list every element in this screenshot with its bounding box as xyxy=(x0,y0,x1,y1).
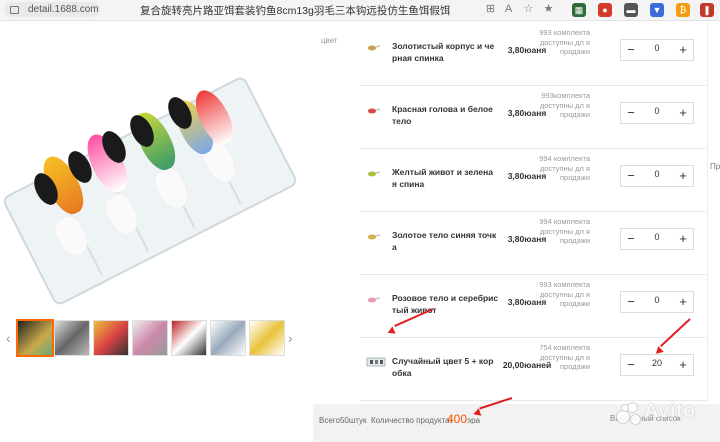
plus-icon[interactable]: + xyxy=(673,167,693,185)
favorite-icon[interactable]: ☆ xyxy=(522,3,535,16)
quantity-stepper: − 20 + xyxy=(620,354,694,376)
variant-thumbnail xyxy=(367,234,381,240)
quantity-stepper: − 0 + xyxy=(620,165,694,187)
plus-icon[interactable]: + xyxy=(673,293,693,311)
variant-name: Красная голова и белое тело xyxy=(392,104,493,126)
thumbnail[interactable] xyxy=(54,320,90,356)
minus-icon[interactable]: − xyxy=(621,41,641,59)
extension-icon[interactable]: ▼ xyxy=(650,3,664,17)
quantity-label: Количество продукта: xyxy=(371,416,452,425)
minus-icon[interactable]: − xyxy=(621,293,641,311)
column-divider xyxy=(707,22,708,402)
variant-thumbnail xyxy=(367,171,381,177)
edge-text: Пр xyxy=(710,162,720,171)
chevron-left-icon[interactable]: ‹ xyxy=(6,330,11,346)
minus-icon[interactable]: − xyxy=(621,104,641,122)
thumbnail[interactable] xyxy=(249,320,285,356)
variant-list: цвет Золотистый корпус и че рная спинка … xyxy=(313,22,706,404)
thumbnail[interactable] xyxy=(210,320,246,356)
variant-row: Золотое тело синяя точк а 3,80юаня 994 к… xyxy=(360,211,706,275)
extension-icon[interactable]: ● xyxy=(598,3,612,17)
quantity-input[interactable]: 20 xyxy=(641,358,673,368)
extension-icon[interactable]: ❚ xyxy=(700,3,714,17)
variant-row: Красная голова и белое тело 3,80юаня 993… xyxy=(360,85,706,149)
color-label: цвет xyxy=(321,36,338,45)
variant-name: Золотистый корпус и че рная спинка xyxy=(392,41,495,63)
address-bar[interactable]: detail.1688.com xyxy=(4,2,100,17)
translate-icon[interactable]: ⊞ xyxy=(484,3,497,16)
avito-logo-icon xyxy=(616,402,642,425)
quantity-input[interactable]: 0 xyxy=(641,106,673,116)
plus-icon[interactable]: + xyxy=(673,230,693,248)
quantity-stepper: − 0 + xyxy=(620,102,694,124)
variant-name: Желтый живот и зелена я спина xyxy=(392,167,493,189)
variant-name: Розовое тело и серебрис тый живот xyxy=(392,293,499,315)
variant-name: Случайный цвет 5 + кор обка xyxy=(392,356,494,378)
bookmark-icon[interactable]: ★ xyxy=(542,3,555,16)
variant-stock: 994 комплекта доступны дл я продажи xyxy=(539,217,590,245)
variant-row: Золотистый корпус и че рная спинка 3,80ю… xyxy=(360,22,706,86)
variant-name: Золотое тело синяя точк а xyxy=(392,230,497,252)
page-title: 复合旋转亮片路亚饵套装钓鱼8cm13g羽毛三本钩远投仿生鱼饵假饵 xyxy=(140,5,451,17)
variant-stock: 754 комплекта доступны дл я продажи xyxy=(539,343,590,371)
quantity-input[interactable]: 0 xyxy=(641,232,673,242)
quantity-input[interactable]: 0 xyxy=(641,169,673,179)
chevron-right-icon[interactable]: › xyxy=(288,330,293,346)
thumbnail[interactable] xyxy=(93,320,129,356)
extension-icon[interactable]: ▬ xyxy=(624,3,638,17)
main-product-image[interactable] xyxy=(0,30,300,308)
plus-icon[interactable]: + xyxy=(673,41,693,59)
extension-icon[interactable]: ▦ xyxy=(572,3,586,17)
quantity-input[interactable]: 0 xyxy=(641,295,673,305)
variant-stock: 993 комплекта доступны дл я продажи xyxy=(539,28,590,56)
thumbnail[interactable] xyxy=(171,320,207,356)
variant-stock: 993комплекта доступны дл я продажи xyxy=(539,91,590,119)
thumbnail[interactable] xyxy=(16,319,54,357)
variant-row: Желтый живот и зелена я спина 3,80юаня 9… xyxy=(360,148,706,212)
variant-stock: 993 комплекта доступны дл я продажи xyxy=(539,280,590,308)
minus-icon[interactable]: − xyxy=(621,356,641,374)
quantity-stepper: − 0 + xyxy=(620,291,694,313)
variant-thumbnail xyxy=(367,108,381,114)
variant-row: Случайный цвет 5 + кор обка 20,00юаней 7… xyxy=(360,337,706,401)
quantity-stepper: − 0 + xyxy=(620,39,694,61)
lock-icon xyxy=(10,6,19,14)
reader-icon[interactable]: A xyxy=(502,3,515,16)
quantity-stepper: − 0 + xyxy=(620,228,694,250)
watermark-text: Avito xyxy=(644,400,696,422)
quantity-total: 400 xyxy=(447,412,468,426)
browser-toolbar: detail.1688.com 复合旋转亮片路亚饵套装钓鱼8cm13g羽毛三本钩… xyxy=(0,0,720,21)
extension-icon[interactable]: ₿ xyxy=(676,3,690,17)
url-text: detail.1688.com xyxy=(28,4,99,15)
minus-icon[interactable]: − xyxy=(621,230,641,248)
thumbnail-strip: ‹ › xyxy=(0,318,300,358)
variant-thumbnail xyxy=(367,45,381,51)
total-pieces: Всего50штук xyxy=(319,416,367,425)
variant-thumbnail xyxy=(366,357,386,367)
thumbnail[interactable] xyxy=(132,320,168,356)
variant-row: Розовое тело и серебрис тый живот 3,80юа… xyxy=(360,274,706,338)
minus-icon[interactable]: − xyxy=(621,167,641,185)
variant-stock: 994 комплекта доступны дл я продажи xyxy=(539,154,590,182)
avito-watermark: Avito xyxy=(616,400,714,426)
variant-thumbnail xyxy=(367,297,381,303)
plus-icon[interactable]: + xyxy=(673,104,693,122)
plus-icon[interactable]: + xyxy=(673,356,693,374)
quantity-input[interactable]: 0 xyxy=(641,43,673,53)
